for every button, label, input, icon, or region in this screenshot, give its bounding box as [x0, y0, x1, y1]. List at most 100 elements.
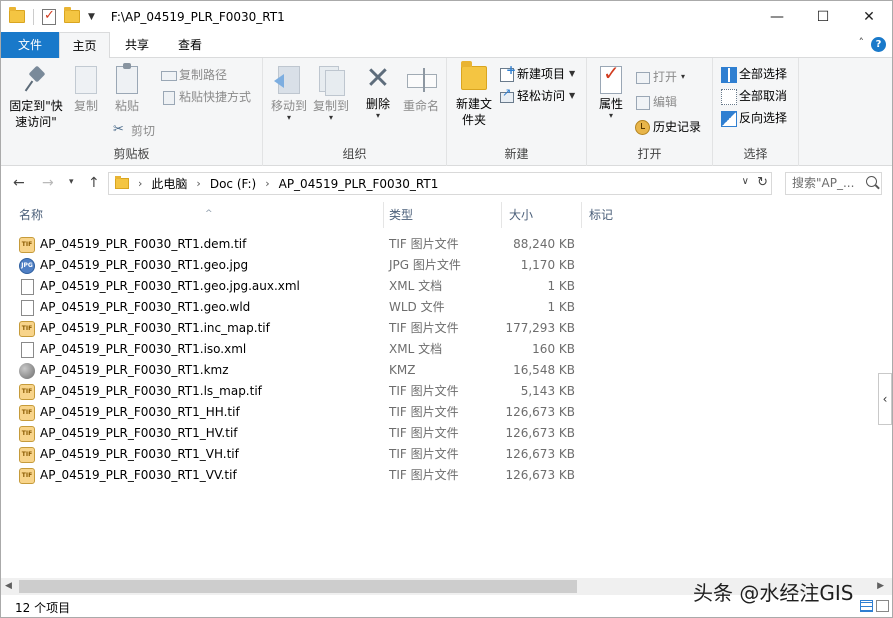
scissors-icon — [113, 122, 127, 138]
copy-icon — [75, 66, 97, 94]
search-icon[interactable] — [866, 176, 877, 187]
file-name: AP_04519_PLR_F0030_RT1.geo.wld — [40, 300, 251, 314]
scroll-left-icon[interactable]: ◀ — [5, 581, 12, 591]
recent-locations-icon[interactable]: ▾ — [69, 177, 74, 187]
copy-button[interactable]: 复制 — [67, 58, 105, 114]
properties-icon — [600, 65, 622, 94]
table-row[interactable]: AP_04519_PLR_F0030_RT1.kmz KMZ 16,548 KB — [19, 360, 579, 381]
table-row[interactable]: AP_04519_PLR_F0030_RT1.geo.jpg.aux.xml XM… — [19, 276, 579, 297]
qat-dropdown-icon[interactable]: ▼ — [88, 12, 95, 22]
sort-ascending-icon: ^ — [205, 209, 213, 219]
table-row[interactable]: TIF AP_04519_PLR_F0030_RT1.dem.tif TIF 图片文… — [19, 234, 579, 255]
watermark: 头条 @水经注GIS — [693, 581, 854, 605]
file-size: 126,673 KB — [505, 426, 575, 440]
table-row[interactable]: AP_04519_PLR_F0030_RT1.geo.wld WLD 文件 1 KB — [19, 297, 579, 318]
folder-icon[interactable] — [9, 7, 25, 23]
forward-arrow-icon[interactable]: → — [42, 175, 54, 191]
select-all-button[interactable]: 全部选择 — [721, 65, 787, 83]
paste-button[interactable]: 粘贴 — [107, 58, 147, 114]
new-folder-button[interactable]: 新建文件夹 — [453, 58, 495, 128]
tab-home[interactable]: 主页 — [59, 32, 110, 59]
back-arrow-icon[interactable]: ← — [13, 175, 25, 191]
edit-button[interactable]: 编辑 — [635, 93, 677, 110]
search-input[interactable]: 搜索"AP_... — [785, 172, 882, 195]
open-icon — [635, 70, 650, 84]
clipboard-group: 固定到"快速访问" 复制 粘贴 复制路径 粘贴快捷方式 剪切 剪 — [1, 58, 263, 166]
file-size: 88,240 KB — [513, 237, 575, 251]
new-folder-icon[interactable] — [64, 7, 80, 23]
scrollbar-thumb[interactable] — [19, 580, 577, 593]
breadcrumb-folder[interactable]: AP_04519_PLR_F0030_RT1 — [279, 177, 439, 191]
chevron-up-icon[interactable]: ˄ — [859, 36, 865, 49]
tab-view[interactable]: 查看 — [167, 32, 213, 58]
close-button[interactable]: ✕ — [846, 1, 892, 32]
easy-access-button[interactable]: 轻松访问 ▼ — [499, 86, 575, 104]
invert-selection-label: 反向选择 — [739, 111, 788, 125]
tif-file-icon: TIF — [19, 447, 35, 463]
status-bar: 12 个项目 头条 @水经注GIS — [1, 581, 892, 617]
chevron-down-icon: ▾ — [286, 113, 291, 122]
table-row[interactable]: TIF AP_04519_PLR_F0030_RT1_VH.tif TIF 图片文件… — [19, 444, 579, 465]
file-type: TIF 图片文件 — [389, 384, 459, 398]
move-to-icon — [274, 64, 304, 94]
table-row[interactable]: AP_04519_PLR_F0030_RT1.iso.xml XML 文档 160 … — [19, 339, 579, 360]
history-label: 历史记录 — [653, 120, 702, 134]
column-header-tags[interactable]: 标记 — [583, 200, 683, 230]
column-divider[interactable] — [581, 202, 582, 228]
chevron-left-icon[interactable]: ‹ — [878, 373, 892, 425]
column-header-type[interactable]: 类型 — [383, 200, 501, 230]
new-item-button[interactable]: 新建项目 ▼ — [499, 63, 575, 82]
table-row[interactable]: TIF AP_04519_PLR_F0030_RT1_HV.tif TIF 图片文件… — [19, 423, 579, 444]
maximize-button[interactable]: ☐ — [800, 1, 846, 32]
new-group-label: 新建 — [504, 147, 529, 161]
paste-shortcut-icon — [161, 90, 175, 105]
minimize-button[interactable]: — — [754, 1, 800, 32]
file-name: AP_04519_PLR_F0030_RT1.kmz — [40, 363, 229, 377]
chevron-right-icon[interactable]: › — [138, 177, 142, 190]
rename-button[interactable]: 重命名 — [399, 58, 443, 114]
address-bar[interactable]: › 此电脑 › Doc (F:) › AP_04519_PLR_F0030_RT… — [108, 172, 772, 195]
properties-icon[interactable] — [42, 8, 56, 25]
delete-x-icon: ✕ — [365, 61, 391, 96]
select-none-button[interactable]: 全部取消 — [721, 87, 787, 105]
pin-quick-access-button[interactable]: 固定到"快速访问" — [5, 58, 67, 130]
cut-button[interactable]: 剪切 — [113, 122, 155, 139]
file-name: AP_04519_PLR_F0030_RT1.geo.jpg.aux.xml — [40, 279, 300, 293]
breadcrumb-drive[interactable]: Doc (F:) — [210, 177, 256, 191]
breadcrumb-this-pc[interactable]: 此电脑 — [151, 175, 187, 192]
invert-selection-button[interactable]: 反向选择 — [721, 109, 788, 127]
delete-button[interactable]: ✕ 删除 ▾ — [359, 58, 397, 120]
paste-shortcut-button[interactable]: 粘贴快捷方式 — [161, 88, 251, 105]
help-icon[interactable]: ? — [871, 37, 886, 52]
column-header-size[interactable]: 大小 — [503, 200, 581, 230]
chevron-right-icon[interactable]: › — [265, 177, 269, 190]
open-button[interactable]: 打开 ▾ — [635, 68, 685, 85]
table-row[interactable]: TIF AP_04519_PLR_F0030_RT1_VV.tif TIF 图片文件… — [19, 465, 579, 486]
history-button[interactable]: 历史记录 — [635, 118, 701, 135]
tab-file[interactable]: 文件 — [1, 32, 59, 58]
chevron-right-icon[interactable]: › — [196, 177, 200, 190]
tif-file-icon: TIF — [19, 237, 35, 253]
chevron-down-icon[interactable]: ∨ — [742, 176, 749, 187]
file-name: AP_04519_PLR_F0030_RT1_VV.tif — [40, 468, 237, 482]
move-to-button[interactable]: 移动到 ▾ — [267, 58, 311, 122]
quick-access-toolbar: ▼ — [9, 7, 95, 25]
large-icons-view-icon[interactable] — [876, 600, 889, 612]
refresh-icon[interactable]: ↻ — [757, 175, 768, 190]
copy-path-button[interactable]: 复制路径 — [161, 66, 227, 83]
table-row[interactable]: JPG AP_04519_PLR_F0030_RT1.geo.jpg JPG 图片文… — [19, 255, 579, 276]
properties-button[interactable]: 属性 ▾ — [593, 58, 629, 120]
document-icon — [21, 342, 34, 358]
table-row[interactable]: TIF AP_04519_PLR_F0030_RT1.inc_map.tif TIF… — [19, 318, 579, 339]
tab-share[interactable]: 共享 — [114, 32, 160, 58]
scroll-right-icon[interactable]: ▶ — [877, 581, 884, 591]
table-row[interactable]: TIF AP_04519_PLR_F0030_RT1_HH.tif TIF 图片文件… — [19, 402, 579, 423]
column-divider[interactable] — [501, 202, 502, 228]
up-arrow-icon[interactable]: ↑ — [88, 175, 100, 191]
new-group: 新建文件夹 新建项目 ▼ 轻松访问 ▼ 新建 — [447, 58, 587, 166]
details-view-icon[interactable] — [860, 600, 873, 612]
table-row[interactable]: TIF AP_04519_PLR_F0030_RT1.ls_map.tif TIF … — [19, 381, 579, 402]
column-header-name[interactable]: 名称 ^ — [13, 200, 383, 230]
file-size: 126,673 KB — [505, 447, 575, 461]
copy-to-button[interactable]: 复制到 ▾ — [309, 58, 353, 122]
